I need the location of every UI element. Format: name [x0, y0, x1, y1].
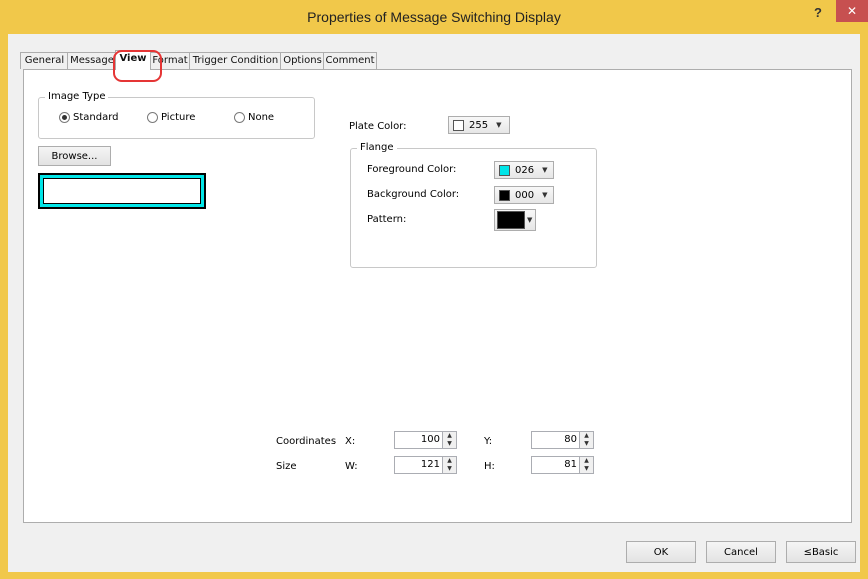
spin-arrows-icon[interactable]: ▲ ▼	[579, 457, 593, 473]
spin-arrows-icon[interactable]: ▲ ▼	[579, 432, 593, 448]
h-stepper[interactable]: 81 ▲ ▼	[531, 456, 594, 474]
foreground-color-picker[interactable]: 026 ▼	[494, 161, 554, 179]
basic-button[interactable]: ≤Basic	[786, 541, 856, 563]
chevron-down-icon: ▼	[542, 166, 548, 174]
spin-arrows-icon[interactable]: ▲ ▼	[442, 457, 456, 473]
plate-color-value: 255	[469, 119, 489, 131]
ok-button[interactable]: OK	[626, 541, 696, 563]
title-bar: Properties of Message Switching Display …	[0, 0, 868, 34]
browse-button[interactable]: Browse...	[38, 146, 111, 166]
highlight-circle	[113, 50, 162, 82]
radio-picture[interactable]: Picture	[147, 112, 195, 123]
plate-color-swatch	[453, 119, 464, 131]
chevron-down-icon: ▼	[527, 216, 533, 224]
background-color-swatch	[499, 189, 510, 201]
y-stepper[interactable]: 80 ▲ ▼	[531, 431, 594, 449]
tab-trigger-condition[interactable]: Trigger Condition	[189, 52, 282, 69]
background-color-value: 000	[515, 189, 535, 201]
background-color-label: Background Color:	[367, 189, 460, 200]
x-value: 100	[420, 434, 440, 445]
plate-color-label: Plate Color:	[349, 121, 407, 132]
spin-arrows-icon[interactable]: ▲ ▼	[442, 432, 456, 448]
pattern-picker[interactable]: ▼	[494, 209, 536, 231]
foreground-color-label: Foreground Color:	[367, 164, 457, 175]
tab-message[interactable]: Message	[67, 52, 117, 69]
image-type-group-label: Image Type	[45, 91, 109, 103]
flange-group-label: Flange	[357, 142, 397, 154]
x-stepper[interactable]: 100 ▲ ▼	[394, 431, 457, 449]
h-label: H:	[484, 461, 495, 472]
help-button[interactable]: ?	[808, 4, 828, 22]
radio-picture-label: Picture	[161, 112, 196, 123]
close-button[interactable]: ✕	[836, 0, 868, 22]
radio-standard-label: Standard	[73, 112, 119, 123]
background-color-picker[interactable]: 000 ▼	[494, 186, 554, 204]
preview-box	[38, 173, 206, 209]
plate-color-picker[interactable]: 255 ▼	[448, 116, 510, 134]
tab-options[interactable]: Options	[280, 52, 325, 69]
pattern-label: Pattern:	[367, 214, 407, 225]
w-stepper[interactable]: 121 ▲ ▼	[394, 456, 457, 474]
dialog-window: Properties of Message Switching Display …	[0, 0, 868, 579]
w-label: W:	[345, 461, 358, 472]
size-label: Size	[276, 461, 297, 472]
h-value: 81	[564, 459, 577, 470]
radio-none-label: None	[248, 112, 275, 123]
cancel-button[interactable]: Cancel	[706, 541, 776, 563]
radio-standard-indicator	[59, 112, 70, 123]
radio-standard[interactable]: Standard	[59, 112, 119, 123]
tab-comment[interactable]: Comment	[323, 52, 377, 69]
window-title: Properties of Message Switching Display	[307, 9, 561, 25]
y-label: Y:	[484, 436, 493, 447]
pattern-swatch	[497, 211, 525, 229]
chevron-down-icon: ▼	[542, 191, 548, 199]
coordinates-label: Coordinates	[276, 436, 337, 447]
preview-plate	[43, 178, 201, 204]
foreground-color-value: 026	[515, 164, 535, 176]
foreground-color-swatch	[499, 164, 510, 176]
chevron-down-icon: ▼	[496, 121, 502, 129]
radio-none-indicator	[234, 112, 245, 123]
radio-none[interactable]: None	[234, 112, 274, 123]
radio-picture-indicator	[147, 112, 158, 123]
tab-general[interactable]: General	[20, 52, 69, 69]
w-value: 121	[420, 459, 440, 470]
x-label: X:	[345, 436, 356, 447]
y-value: 80	[564, 434, 577, 445]
